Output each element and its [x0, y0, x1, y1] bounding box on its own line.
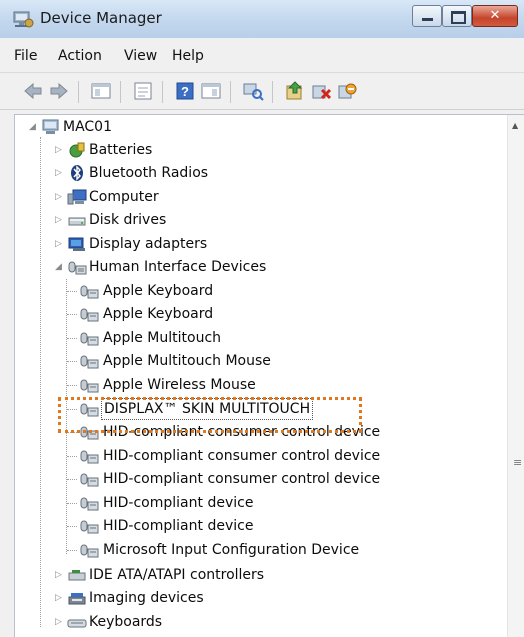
toolbar-separator	[120, 81, 121, 103]
menu-view[interactable]: View	[124, 48, 157, 64]
device-tree[interactable]: ◢ MAC01 ▷ Batteries ▷ Bluetooth Radios ▷	[14, 114, 524, 637]
device-label: Microsoft Input Configuration Device	[103, 542, 360, 558]
toolbar-separator	[230, 81, 231, 103]
disable-device-icon[interactable]	[336, 80, 358, 102]
device-label: Apple Multitouch	[103, 330, 222, 346]
hid-device-icon	[79, 517, 99, 535]
category-label: IDE ATA/ATAPI controllers	[89, 567, 265, 583]
collapse-icon[interactable]: ◢	[29, 122, 37, 132]
computer-icon	[67, 188, 87, 206]
device-manager-icon	[12, 9, 34, 29]
tree-connector-line	[67, 479, 77, 480]
menu-action[interactable]: Action	[58, 48, 102, 64]
menu-file[interactable]: File	[14, 48, 37, 64]
hid-device-icon	[79, 447, 99, 465]
tree-connector-line	[67, 503, 77, 504]
hid-device-icon	[79, 282, 99, 300]
help-icon[interactable]: ?	[174, 80, 196, 102]
category-label: Bluetooth Radios	[89, 165, 209, 181]
device-label: HID-compliant consumer control device	[103, 471, 381, 487]
hid-device-icon	[79, 470, 99, 488]
tree-connector-line	[67, 291, 77, 292]
collapse-icon[interactable]: ◢	[55, 262, 63, 272]
expand-icon[interactable]: ▷	[55, 145, 63, 155]
forward-arrow-icon[interactable]	[48, 80, 70, 102]
tree-connector-line	[67, 385, 77, 386]
device-label: Apple Wireless Mouse	[103, 377, 256, 393]
toolbar: ?	[0, 73, 524, 110]
display-adapter-icon	[67, 235, 87, 253]
update-driver-icon[interactable]	[284, 80, 306, 102]
device-manager-window: Device Manager ✕ File Action View Help ?	[0, 0, 524, 637]
disk-drive-icon	[67, 211, 87, 229]
device-label: Apple Keyboard	[103, 283, 214, 299]
close-button[interactable]: ✕	[472, 5, 518, 27]
minimize-button[interactable]	[412, 5, 442, 27]
device-label: HID-compliant device	[103, 495, 254, 511]
device-label: Apple Multitouch Mouse	[103, 353, 271, 369]
device-label: Apple Keyboard	[103, 306, 214, 322]
show-hide-console-tree-icon[interactable]	[90, 80, 112, 102]
menu-help[interactable]: Help	[172, 48, 204, 64]
imaging-device-icon	[67, 589, 87, 607]
title-bar[interactable]: Device Manager ✕	[0, 0, 524, 38]
uninstall-icon[interactable]	[310, 80, 332, 102]
tree-connector-line	[67, 314, 77, 315]
scroll-up-icon[interactable]: ▲	[512, 121, 518, 130]
category-label: Disk drives	[89, 212, 167, 228]
expand-icon[interactable]: ▷	[55, 168, 63, 178]
expand-icon[interactable]: ▷	[55, 570, 63, 580]
vertical-scrollbar[interactable]: ▲ ≡	[507, 115, 524, 637]
toolbar-separator	[162, 81, 163, 103]
hid-device-icon	[79, 376, 99, 394]
hid-device-icon	[79, 541, 99, 559]
tree-connector-line	[67, 338, 77, 339]
root-label: MAC01	[63, 119, 112, 135]
category-label: Imaging devices	[89, 590, 204, 606]
tree-connector-line	[67, 361, 77, 362]
window-title: Device Manager	[40, 9, 162, 27]
device-label: HID-compliant consumer control device	[103, 448, 381, 464]
hid-device-icon	[79, 352, 99, 370]
hid-device-icon	[79, 305, 99, 323]
ide-controller-icon	[67, 566, 87, 584]
show-action-pane-icon[interactable]	[200, 80, 222, 102]
tree-connector-line	[67, 526, 77, 527]
tree-connector-line	[67, 550, 77, 551]
expand-icon[interactable]: ▷	[55, 239, 63, 249]
back-arrow-icon[interactable]	[22, 80, 44, 102]
tree-connector-line	[67, 456, 77, 457]
scan-hardware-changes-icon[interactable]	[242, 80, 264, 102]
highlight-annotation-box	[58, 397, 362, 433]
expand-icon[interactable]: ▷	[55, 215, 63, 225]
scroll-grip-icon[interactable]: ≡	[513, 457, 522, 468]
close-icon: ✕	[489, 8, 501, 23]
expand-icon[interactable]: ▷	[55, 192, 63, 202]
svg-text:?: ?	[181, 84, 189, 99]
menu-bar: File Action View Help	[0, 42, 524, 73]
expand-icon[interactable]: ▷	[55, 617, 63, 627]
tree-connector-line	[40, 137, 41, 627]
properties-icon[interactable]	[132, 80, 154, 102]
hid-device-icon	[79, 329, 99, 347]
battery-icon	[67, 141, 87, 159]
device-label: HID-compliant device	[103, 518, 254, 534]
category-label: Human Interface Devices	[89, 259, 267, 275]
category-label: Display adapters	[89, 236, 208, 252]
computer-icon	[41, 118, 61, 136]
hid-device-icon	[79, 494, 99, 512]
category-label: Batteries	[89, 142, 153, 158]
keyboard-icon	[67, 613, 87, 631]
expand-icon[interactable]: ▷	[55, 593, 63, 603]
category-label: Keyboards	[89, 614, 163, 630]
category-label: Computer	[89, 189, 159, 205]
toolbar-separator	[78, 81, 79, 103]
toolbar-separator	[272, 81, 273, 103]
hid-icon	[67, 258, 87, 276]
bluetooth-icon	[67, 164, 87, 182]
maximize-button[interactable]	[442, 5, 472, 27]
